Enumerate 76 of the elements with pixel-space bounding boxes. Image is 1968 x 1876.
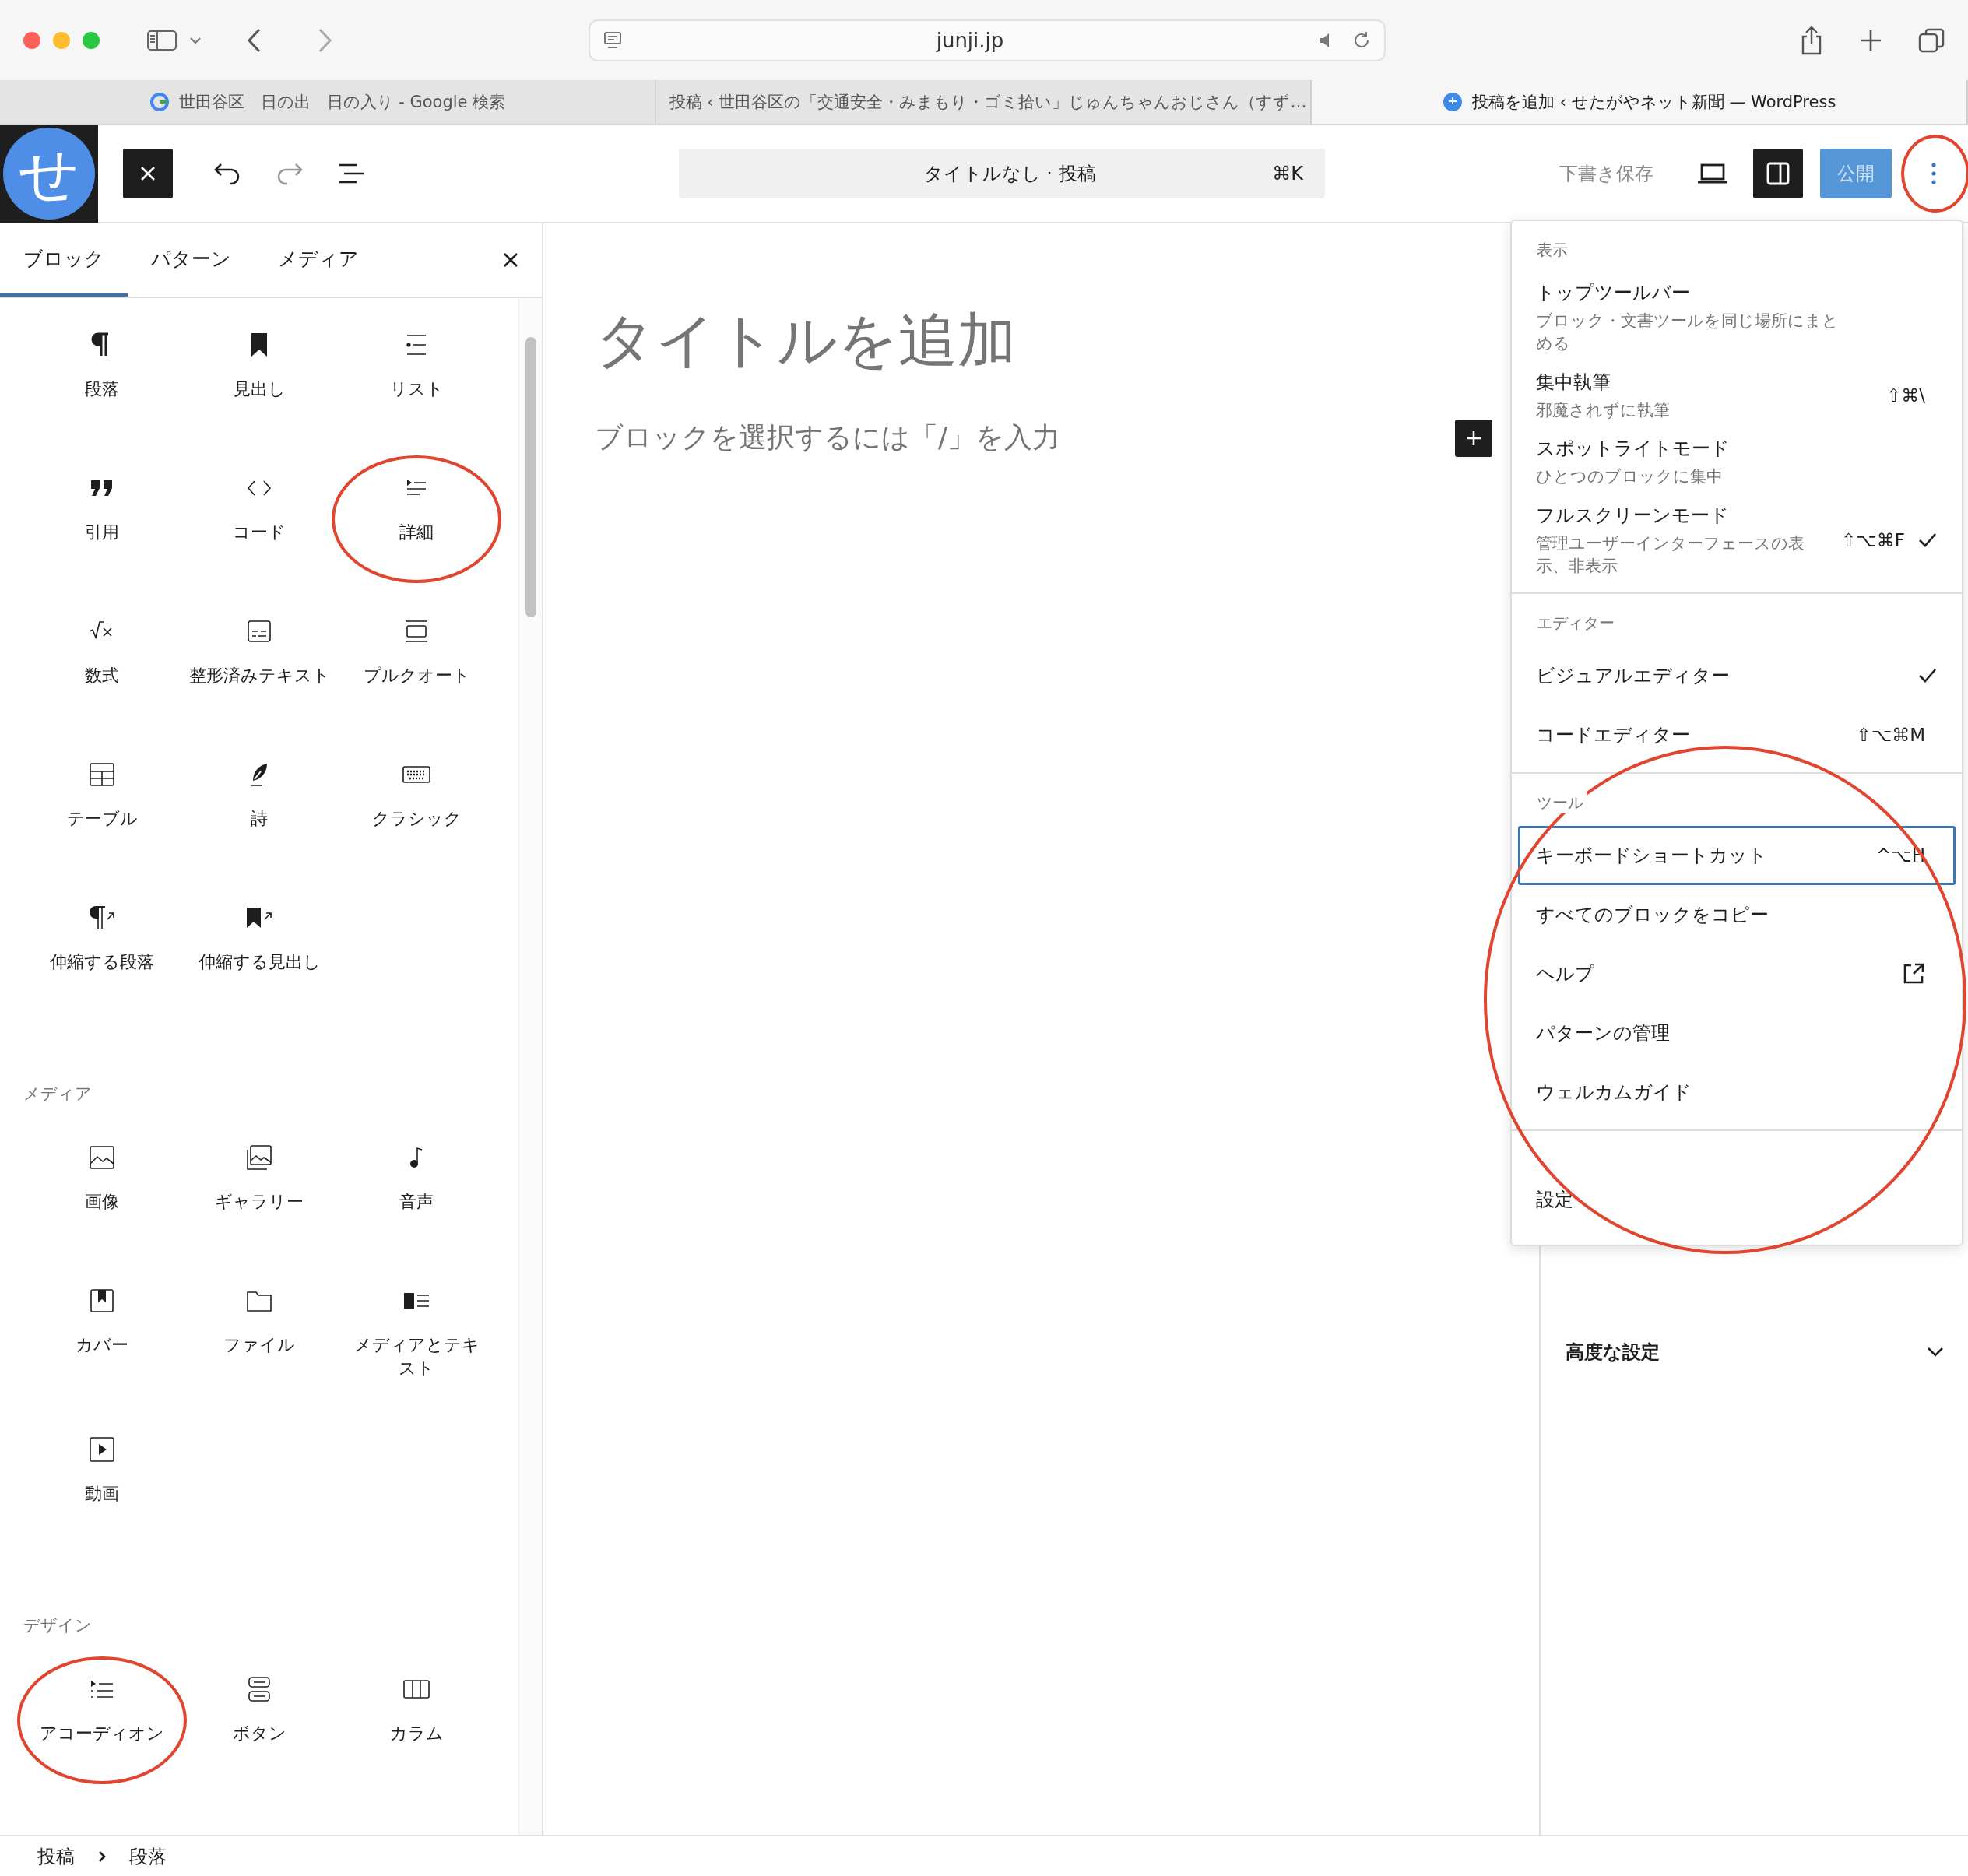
block-item[interactable]: カラム — [343, 1660, 490, 1777]
block-item[interactable]: 画像 — [28, 1128, 176, 1245]
block-item[interactable]: 詳細 — [343, 458, 490, 575]
block-item[interactable]: コード — [185, 458, 333, 575]
block-item[interactable]: カバー — [28, 1271, 176, 1388]
menu-item[interactable]: ヘルプ — [1518, 944, 1956, 1004]
inserter-tab[interactable]: パターン — [128, 223, 255, 297]
scrollbar[interactable] — [518, 298, 542, 1835]
block-item[interactable]: クラシック — [343, 745, 490, 862]
more-vertical-icon — [1931, 162, 1937, 185]
block-item[interactable]: ボタン — [185, 1660, 333, 1777]
block-item[interactable]: テーブル — [28, 745, 176, 862]
address-bar[interactable]: junji.jp — [589, 19, 1386, 61]
menu-item[interactable]: パターンの管理 — [1518, 1003, 1956, 1063]
shortcut-text: ⇧⌘\ — [1885, 385, 1925, 406]
block-item[interactable]: メディアとテキスト — [343, 1271, 490, 1394]
paragraph-placeholder[interactable]: ブロックを選択するには「/」を入力 — [595, 419, 1455, 457]
laptop-icon[interactable] — [1697, 162, 1728, 185]
plus-icon[interactable] — [1859, 28, 1882, 52]
menu-item[interactable]: 設定 — [1518, 1170, 1956, 1230]
add-block-button[interactable] — [1455, 419, 1492, 457]
menu-item[interactable]: すべてのブロックをコピー — [1518, 885, 1956, 945]
command-bar[interactable]: タイトルなし · 投稿 ⌘K — [679, 149, 1325, 198]
page-icon — [603, 30, 623, 51]
menu-item[interactable]: コードエディター ⇧⌥⌘M — [1518, 705, 1956, 765]
block-item[interactable]: 見出し — [185, 315, 333, 432]
document-title: タイトルなし · 投稿 — [922, 162, 1097, 186]
shortcut-text: ⇧⌥⌘M — [1856, 725, 1925, 746]
settings-panel-row[interactable]: 高度な設定 — [1541, 1329, 1968, 1375]
block-item[interactable]: 音声 — [343, 1128, 490, 1245]
shortcut-text: ⇧⌥⌘F — [1841, 529, 1905, 550]
block-item[interactable]: 段落 — [28, 315, 176, 432]
list-view-icon[interactable] — [338, 162, 366, 185]
browser-tab[interactable]: 投稿を追加 ‹ せたがやネット新聞 — WordPress — [1312, 80, 1968, 124]
inserter-tab[interactable]: ブロック — [0, 223, 128, 297]
shortcut-text: ⌘K — [1272, 163, 1303, 184]
menu-item[interactable]: ウェルカムガイド — [1518, 1063, 1956, 1122]
block-item[interactable]: 詩 — [185, 745, 333, 862]
block-item[interactable]: 整形済みテキスト — [185, 602, 333, 718]
menu-item[interactable]: スポットライトモード ひとつのブロックに集中 — [1518, 429, 1956, 496]
chevron-down-icon — [1926, 1346, 1945, 1358]
close-button[interactable] — [123, 149, 173, 198]
favicon-icon — [1443, 92, 1463, 112]
sidebar-icon — [146, 28, 177, 52]
favicon-icon — [149, 92, 170, 112]
breadcrumb-link[interactable]: 投稿 — [37, 1843, 75, 1869]
settings-toggle-button[interactable] — [1753, 149, 1803, 198]
menu-item[interactable]: ビジュアルエディター — [1518, 646, 1956, 706]
close-icon — [503, 252, 518, 268]
block-item[interactable]: 伸縮する段落 — [28, 888, 176, 1005]
block-item[interactable]: リスト — [343, 315, 490, 432]
url-text: junji.jp — [935, 28, 1005, 52]
block-item[interactable]: プルクオート — [343, 602, 490, 718]
block-item[interactable]: アコーディオン — [28, 1660, 176, 1777]
close-icon — [139, 165, 156, 182]
share-icon[interactable] — [1800, 25, 1823, 55]
section-heading: デザイン — [23, 1615, 93, 1637]
sidebar-icon — [1766, 161, 1791, 186]
inserter-tab[interactable]: メディア — [255, 223, 382, 297]
window-control-icon[interactable] — [23, 31, 40, 49]
breadcrumb-link[interactable]: 段落 — [129, 1843, 167, 1869]
redo-icon[interactable] — [276, 162, 304, 185]
block-item[interactable]: 数式 — [28, 602, 176, 718]
undo-icon[interactable] — [213, 162, 241, 185]
menu-item[interactable]: 集中執筆 邪魔されずに執筆 ⇧⌘\ — [1518, 362, 1956, 430]
menu-item[interactable]: フルスクリーンモード 管理ユーザーインターフェースの表示、非表示 ⇧⌥⌘F — [1518, 495, 1956, 585]
block-item[interactable]: 引用 — [28, 458, 176, 575]
block-item[interactable]: 伸縮する見出し — [185, 888, 333, 1005]
menu-item[interactable]: トップツールバー ブロック・文書ツールを同じ場所にまとめる — [1518, 273, 1956, 363]
chevron-down-icon[interactable] — [188, 35, 202, 45]
block-item[interactable]: 動画 — [28, 1420, 176, 1537]
block-item[interactable]: ギャラリー — [185, 1128, 333, 1245]
sidebar-toggle[interactable] — [146, 28, 177, 52]
block-item[interactable]: ファイル — [185, 1271, 333, 1388]
section-heading: メディア — [23, 1084, 93, 1105]
tabs-icon[interactable] — [1918, 26, 1945, 54]
